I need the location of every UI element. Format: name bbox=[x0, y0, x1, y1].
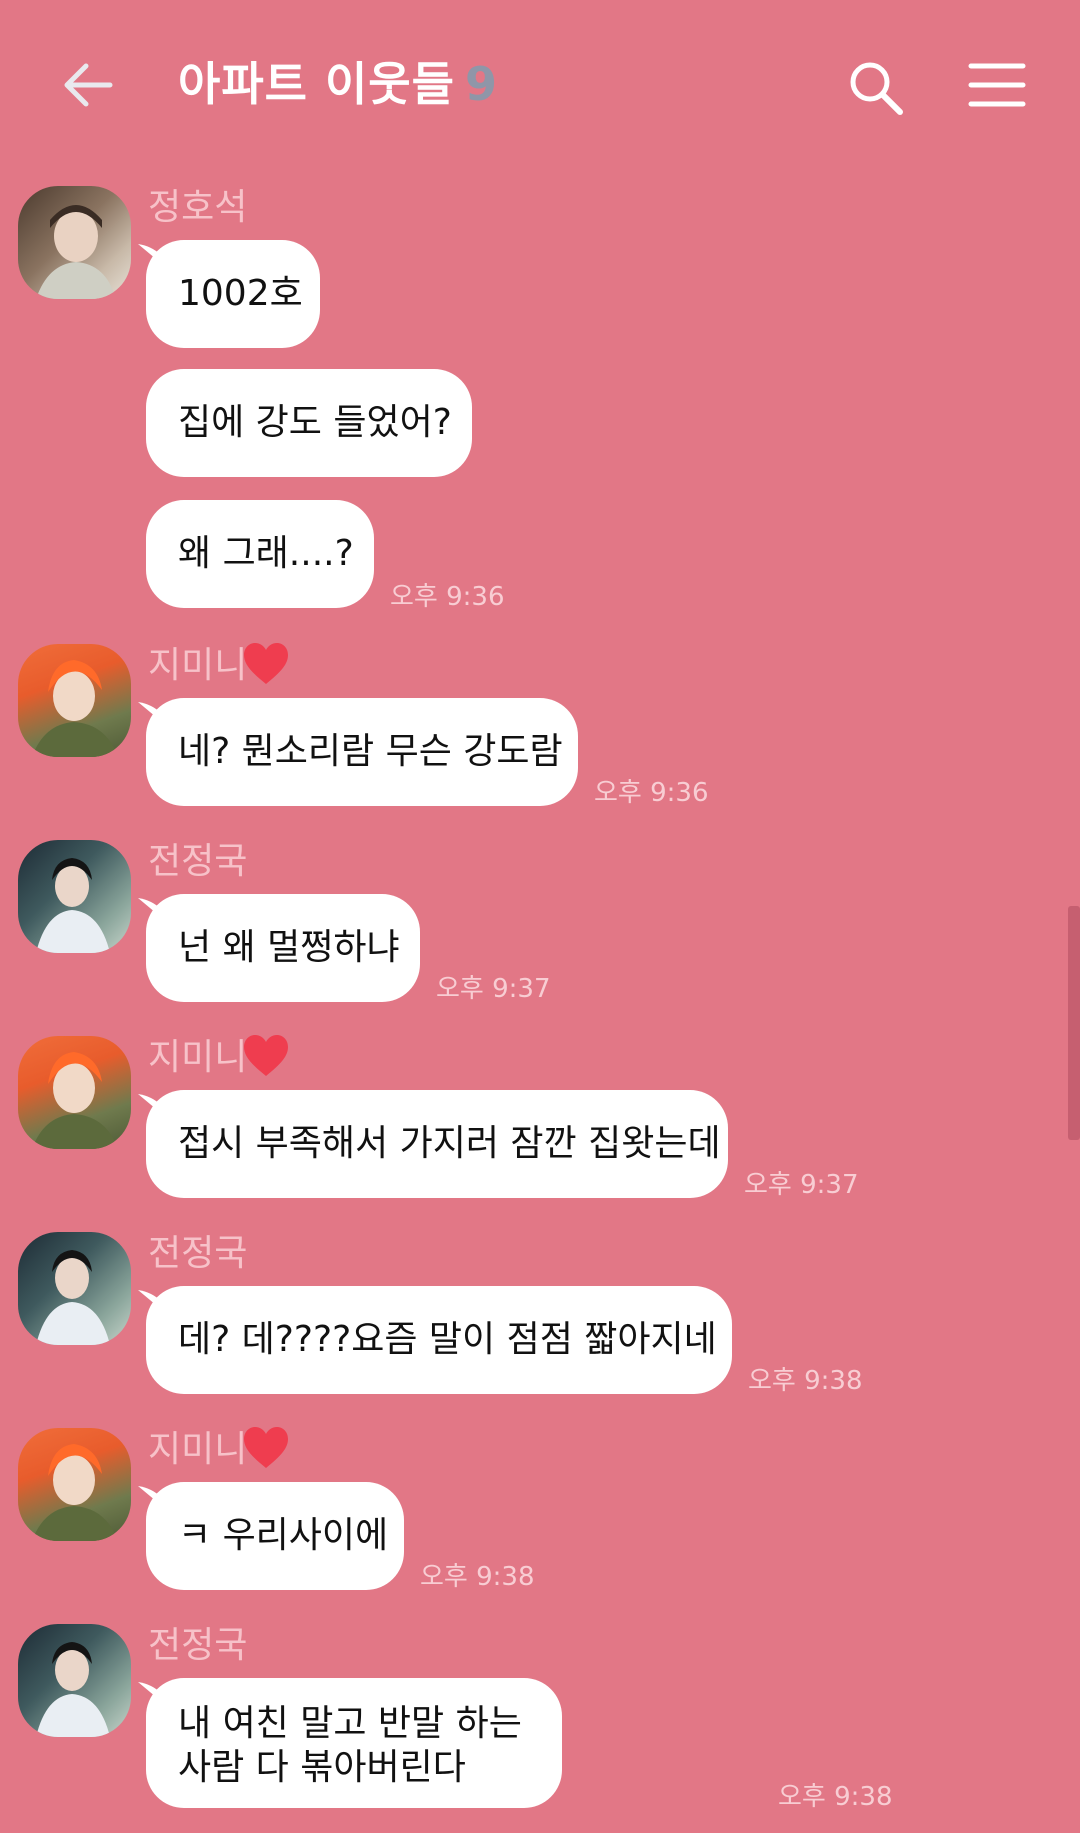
person-photo-icon bbox=[32, 1052, 118, 1149]
chat-title: 아파트 이웃들 9 bbox=[178, 48, 498, 114]
person-photo-icon bbox=[36, 1250, 110, 1345]
avatar[interactable] bbox=[18, 840, 131, 953]
message-timestamp: 오후 9:38 bbox=[420, 1562, 535, 1592]
person-photo-icon bbox=[36, 858, 110, 953]
avatar[interactable] bbox=[18, 186, 131, 299]
message-bubble[interactable]: 접시 부족해서 가지러 잠깐 집왓는데 bbox=[146, 1090, 728, 1198]
message-bubble[interactable]: 1002호 bbox=[146, 240, 320, 348]
chat-header: 아파트 이웃들 9 bbox=[0, 0, 1080, 170]
person-photo-icon bbox=[36, 1642, 110, 1737]
search-button[interactable] bbox=[846, 58, 906, 118]
sender-name: 지미니 bbox=[148, 645, 248, 686]
sender-name: 전정국 bbox=[148, 1233, 248, 1274]
message-bubble[interactable]: ㅋ 우리사이에 bbox=[146, 1482, 404, 1590]
search-icon bbox=[850, 62, 903, 115]
avatar[interactable] bbox=[18, 1428, 131, 1541]
chat-room-name: 아파트 이웃들 bbox=[178, 57, 455, 111]
avatar[interactable] bbox=[18, 1232, 131, 1345]
message-timestamp: 오후 9:37 bbox=[436, 974, 551, 1004]
heart-icon bbox=[244, 643, 288, 684]
menu-button[interactable] bbox=[968, 58, 1026, 112]
arrow-left-icon bbox=[64, 63, 113, 107]
sender-name: 전정국 bbox=[148, 841, 248, 882]
person-photo-icon bbox=[36, 205, 116, 299]
person-photo-icon bbox=[32, 660, 118, 757]
message-timestamp: 오후 9:37 bbox=[744, 1170, 859, 1200]
message-bubble[interactable]: 내 여친 말고 반말 하는 사람 다 볶아버린다 bbox=[146, 1678, 562, 1808]
message-timestamp: 오후 9:36 bbox=[594, 778, 709, 808]
message-bubble[interactable]: 네? 뭔소리람 무슨 강도람 bbox=[146, 698, 578, 806]
sender-name: 전정국 bbox=[148, 1625, 248, 1666]
hamburger-menu-icon bbox=[968, 63, 1026, 107]
message-bubble[interactable]: 왜 그래....? bbox=[146, 500, 374, 608]
scrollbar[interactable] bbox=[1068, 906, 1080, 1140]
avatar[interactable] bbox=[18, 644, 131, 757]
message-timestamp: 오후 9:36 bbox=[390, 582, 505, 612]
sender-name: 정호석 bbox=[148, 187, 248, 228]
avatar[interactable] bbox=[18, 1036, 131, 1149]
sender-name: 지미니 bbox=[148, 1429, 248, 1470]
person-photo-icon bbox=[32, 1444, 118, 1541]
message-bubble[interactable]: 집에 강도 들었어? bbox=[146, 369, 472, 477]
message-timestamp: 오후 9:38 bbox=[748, 1366, 863, 1396]
back-button[interactable] bbox=[58, 54, 120, 116]
member-count: 9 bbox=[464, 57, 498, 111]
heart-icon bbox=[244, 1427, 288, 1468]
avatar[interactable] bbox=[18, 1624, 131, 1737]
message-bubble[interactable]: 데? 데????요즘 말이 점점 짧아지네 bbox=[146, 1286, 732, 1394]
message-timestamp: 오후 9:38 bbox=[778, 1782, 893, 1812]
heart-icon bbox=[244, 1035, 288, 1076]
sender-name: 지미니 bbox=[148, 1037, 248, 1078]
message-bubble[interactable]: 넌 왜 멀쩡하냐 bbox=[146, 894, 420, 1002]
